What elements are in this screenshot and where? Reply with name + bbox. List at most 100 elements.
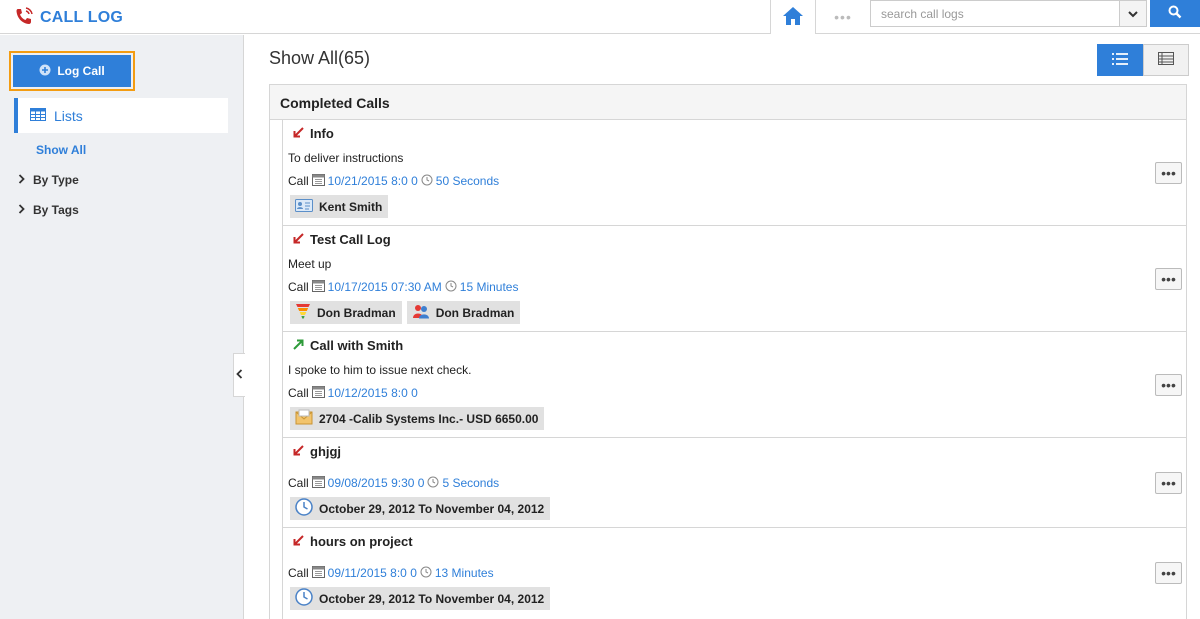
row-more-button[interactable]: ••• (1155, 268, 1182, 290)
contact-card-icon (295, 198, 313, 215)
call-type: Call (288, 174, 309, 188)
list-view-button[interactable] (1097, 44, 1143, 76)
call-duration[interactable]: 13 Minutes (435, 566, 494, 580)
sidebar-item-show-all[interactable]: Show All (36, 143, 86, 157)
invoice-icon (295, 409, 313, 428)
search-button[interactable] (1150, 0, 1200, 27)
call-title-text[interactable]: Call with Smith (310, 338, 403, 353)
related-records: October 29, 2012 To November 04, 2012 (290, 497, 551, 520)
call-title-text[interactable]: Test Call Log (310, 232, 391, 247)
calendar-icon (311, 173, 325, 189)
row-more-button[interactable]: ••• (1155, 562, 1182, 584)
call-datetime[interactable]: 10/12/2015 8:0 0 (328, 386, 418, 400)
related-chip[interactable]: October 29, 2012 To November 04, 2012 (290, 587, 551, 610)
call-row[interactable]: Info To deliver instructions Call 10/21/… (283, 120, 1187, 226)
call-title-text[interactable]: Info (310, 126, 334, 141)
clock-small-icon (421, 174, 433, 189)
call-duration[interactable]: 5 Seconds (442, 476, 499, 490)
chip-label: October 29, 2012 To November 04, 2012 (319, 501, 545, 516)
view-toggle (1097, 44, 1189, 76)
call-meta: Call 10/12/2015 8:0 0 (288, 385, 418, 401)
brand: CALL LOG (14, 6, 123, 29)
outgoing-arrow-icon (293, 338, 304, 353)
call-datetime[interactable]: 09/11/2015 8:0 0 (328, 566, 417, 580)
sidebar-item-by-tags[interactable]: By Tags (18, 203, 79, 217)
calendar-icon (311, 475, 325, 491)
table-icon (30, 107, 46, 124)
more-apps-button[interactable]: ••• (816, 0, 870, 34)
clock-small-icon (445, 280, 457, 295)
related-chip[interactable]: October 29, 2012 To November 04, 2012 (290, 497, 551, 520)
call-datetime[interactable]: 10/17/2015 07:30 AM (328, 280, 442, 294)
people-icon (412, 303, 430, 322)
call-row[interactable]: hours on project Call 09/11/2015 8:0 0 1… (283, 528, 1187, 619)
call-meta: Call 10/21/2015 8:0 0 50 Seconds (288, 173, 499, 189)
search-icon (1168, 5, 1182, 22)
call-row[interactable]: ghjgj Call 09/08/2015 9:30 0 5 Seconds O… (283, 438, 1187, 528)
call-type: Call (288, 476, 309, 490)
log-call-button[interactable]: Log Call (13, 55, 131, 87)
call-duration[interactable]: 15 Minutes (460, 280, 519, 294)
call-row[interactable]: Test Call Log Meet up Call 10/17/2015 07… (283, 226, 1187, 332)
chevron-right-icon (18, 203, 25, 217)
chevron-right-icon (18, 173, 25, 187)
call-title-text[interactable]: ghjgj (310, 444, 341, 459)
table-view-button[interactable] (1143, 44, 1189, 76)
call-datetime[interactable]: 09/08/2015 9:30 0 (328, 476, 425, 490)
search-input[interactable]: search call logs (870, 0, 1120, 27)
row-more-button[interactable]: ••• (1155, 162, 1182, 184)
call-meta: Call 09/11/2015 8:0 0 13 Minutes (288, 565, 494, 581)
call-description: Meet up (288, 257, 332, 271)
by-tags-label: By Tags (33, 203, 79, 217)
call-datetime[interactable]: 10/21/2015 8:0 0 (328, 174, 418, 188)
log-call-highlight: Log Call (9, 51, 135, 91)
chip-label: 2704 -Calib Systems Inc.- USD 6650.00 (319, 411, 539, 426)
call-duration[interactable]: 50 Seconds (436, 174, 499, 188)
related-records: Kent Smith (290, 195, 389, 218)
sidebar-item-lists[interactable]: Lists (14, 98, 228, 133)
chevron-down-icon (1128, 7, 1138, 21)
home-button[interactable] (770, 0, 816, 34)
page-title: Show All(65) (269, 48, 371, 68)
incoming-arrow-icon (293, 232, 304, 247)
completed-calls-panel: Completed Calls Info To deliver instruct… (269, 84, 1187, 619)
clock-icon (295, 588, 313, 609)
related-records: 2704 -Calib Systems Inc.- USD 6650.00 (290, 407, 545, 430)
related-records: Don Bradman Don Bradman (290, 301, 521, 324)
related-chip[interactable]: 2704 -Calib Systems Inc.- USD 6650.00 (290, 407, 545, 430)
plus-circle-icon (39, 64, 51, 79)
home-icon (782, 6, 804, 29)
search-dropdown-button[interactable] (1120, 0, 1147, 27)
log-call-label: Log Call (57, 64, 105, 78)
call-row[interactable]: Call with Smith I spoke to him to issue … (283, 332, 1187, 438)
call-meta: Call 09/08/2015 9:30 0 5 Seconds (288, 475, 499, 491)
row-more-button[interactable]: ••• (1155, 472, 1182, 494)
collapse-sidebar-button[interactable] (233, 353, 245, 397)
chevron-left-icon (236, 368, 243, 382)
row-more-button[interactable]: ••• (1155, 374, 1182, 396)
calendar-icon (311, 385, 325, 401)
call-list: Info To deliver instructions Call 10/21/… (282, 120, 1187, 619)
sidebar-item-by-type[interactable]: By Type (18, 173, 79, 187)
calendar-icon (311, 565, 325, 581)
call-title-text[interactable]: hours on project (310, 534, 413, 549)
calendar-icon (311, 279, 325, 295)
related-records: October 29, 2012 To November 04, 2012 (290, 587, 551, 610)
call-description: I spoke to him to issue next check. (288, 363, 472, 377)
related-chip[interactable]: Don Bradman (290, 301, 402, 324)
call-title: Call with Smith (293, 338, 403, 353)
call-meta: Call 10/17/2015 07:30 AM 15 Minutes (288, 279, 518, 295)
lists-label: Lists (54, 107, 83, 124)
clock-icon (295, 498, 313, 519)
call-title: hours on project (293, 534, 413, 549)
clock-small-icon (427, 476, 439, 491)
related-chip[interactable]: Don Bradman (406, 301, 521, 324)
call-type: Call (288, 280, 309, 294)
related-chip[interactable]: Kent Smith (290, 195, 389, 218)
call-type: Call (288, 386, 309, 400)
chip-label: Kent Smith (319, 199, 383, 214)
phone-icon (14, 6, 34, 29)
call-description: To deliver instructions (288, 151, 404, 165)
chip-label: Don Bradman (317, 305, 396, 320)
grid-icon (1158, 52, 1174, 68)
